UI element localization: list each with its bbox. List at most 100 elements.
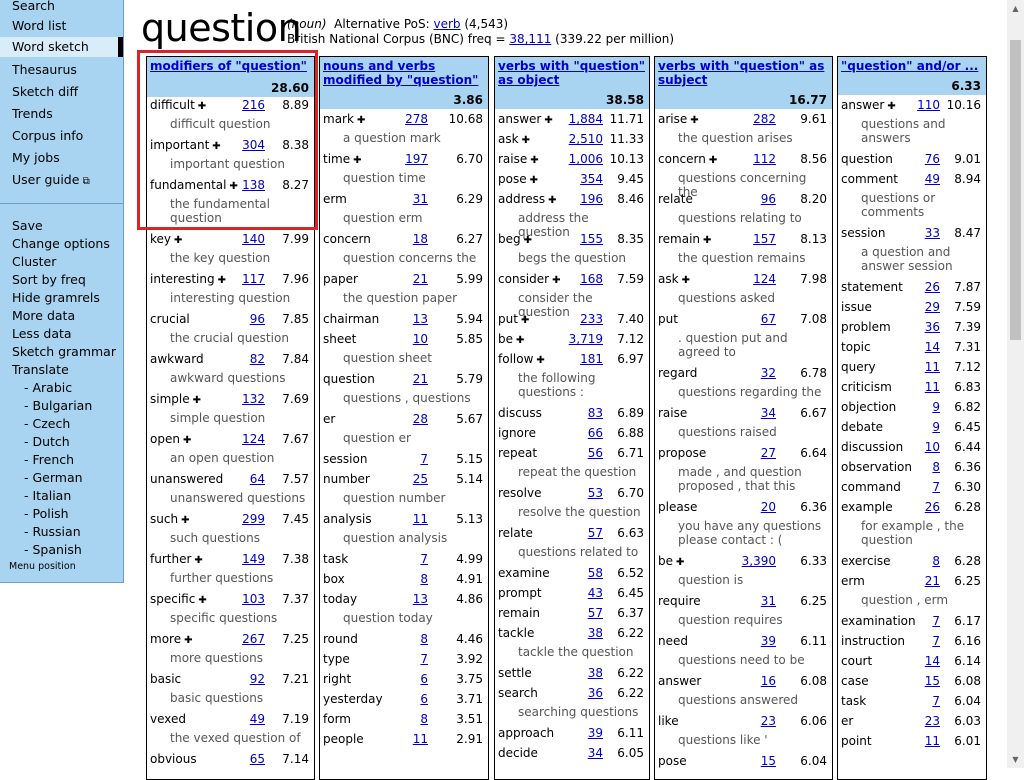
example-phrase[interactable]: question , erm xyxy=(861,593,980,607)
frequency-link[interactable]: 267 xyxy=(242,632,265,646)
frequency-link[interactable]: 304 xyxy=(242,138,265,152)
collocate-word[interactable]: command xyxy=(841,480,901,494)
frequency-link[interactable]: 7 xyxy=(420,452,428,466)
example-phrase[interactable]: questions need to be xyxy=(678,653,826,667)
example-phrase[interactable]: question number xyxy=(343,491,482,505)
collocation-row[interactable]: relate 57 6.63 xyxy=(495,524,649,544)
collocation-row[interactable]: prompt 43 6.45 xyxy=(495,584,649,604)
collocation-row[interactable]: crucial 96 7.85 xyxy=(147,310,314,330)
collocate-word[interactable]: er xyxy=(841,714,853,728)
collocation-row[interactable]: propose 27 6.64 xyxy=(655,444,832,464)
collocate-word[interactable]: put xyxy=(658,312,678,326)
frequency-link[interactable]: 49 xyxy=(925,172,940,186)
collocate-word[interactable]: tackle xyxy=(498,626,534,640)
collocation-row[interactable]: concern ✚ 112 8.56 xyxy=(655,150,832,170)
collocation-row[interactable]: query 11 7.12 xyxy=(838,358,986,378)
frequency-link[interactable]: 1,884 xyxy=(569,112,603,126)
collocate-word[interactable]: people xyxy=(323,732,364,746)
alt-pos-link[interactable]: verb xyxy=(433,17,460,31)
sidebar-item-cluster[interactable]: Cluster xyxy=(12,254,56,269)
expand-plus-icon[interactable]: ✚ xyxy=(198,101,206,112)
collocate-word[interactable]: interesting ✚ xyxy=(150,272,226,286)
collocation-row[interactable]: session 33 8.47 xyxy=(838,224,986,244)
expand-plus-icon[interactable]: ✚ xyxy=(536,355,544,366)
collocate-word[interactable]: obvious xyxy=(150,752,197,766)
collocate-word[interactable]: fundamental ✚ xyxy=(150,178,238,192)
frequency-link[interactable]: 18 xyxy=(413,232,428,246)
frequency-link[interactable]: 8 xyxy=(420,632,428,646)
collocation-row[interactable]: discuss 83 6.89 xyxy=(495,404,649,424)
collocate-word[interactable]: examination xyxy=(841,614,916,628)
collocate-word[interactable]: approach xyxy=(498,726,554,740)
frequency-link[interactable]: 10 xyxy=(413,332,428,346)
frequency-link[interactable]: 7 xyxy=(932,614,940,628)
frequency-link[interactable]: 36 xyxy=(925,320,940,334)
frequency-link[interactable]: 38 xyxy=(588,626,603,640)
collocate-word[interactable]: be ✚ xyxy=(498,332,524,346)
frequency-link[interactable]: 2,510 xyxy=(569,132,603,146)
frequency-link[interactable]: 7 xyxy=(932,694,940,708)
collocate-word[interactable]: pose xyxy=(658,754,687,768)
collocation-row[interactable]: ask ✚ 124 7.98 xyxy=(655,270,832,290)
sidebar-item-italian[interactable]: - Italian xyxy=(24,488,71,503)
collocation-row[interactable]: follow ✚ 181 6.97 xyxy=(495,350,649,370)
expand-plus-icon[interactable]: ✚ xyxy=(184,635,192,646)
frequency-link[interactable]: 57 xyxy=(588,526,603,540)
collocate-word[interactable]: propose xyxy=(658,446,706,460)
frequency-link[interactable]: 7 xyxy=(932,480,940,494)
collocate-word[interactable]: resolve xyxy=(498,486,541,500)
collocation-row[interactable]: right 6 3.75 xyxy=(320,670,488,690)
frequency-link[interactable]: 233 xyxy=(580,312,603,326)
frequency-link[interactable]: 58 xyxy=(588,566,603,580)
collocate-word[interactable]: specific ✚ xyxy=(150,592,207,606)
collocate-word[interactable]: comment xyxy=(841,172,898,186)
collocate-word[interactable]: mark ✚ xyxy=(323,112,365,126)
collocate-word[interactable]: difficult ✚ xyxy=(150,98,206,112)
collocate-word[interactable]: concern ✚ xyxy=(658,152,717,166)
collocate-word[interactable]: instruction xyxy=(841,634,905,648)
collocate-word[interactable]: chairman xyxy=(323,312,379,326)
collocation-row[interactable]: address ✚ 196 8.46 xyxy=(495,190,649,210)
expand-plus-icon[interactable]: ✚ xyxy=(709,155,717,166)
sidebar-item-sketch-diff[interactable]: Sketch diff xyxy=(12,84,78,99)
collocate-word[interactable]: example xyxy=(841,500,893,514)
example-phrase[interactable]: you have any questions please contact : … xyxy=(678,519,826,547)
collocation-row[interactable]: criticism 11 6.83 xyxy=(838,378,986,398)
collocation-row[interactable]: task 7 6.04 xyxy=(838,692,986,712)
example-phrase[interactable]: further questions xyxy=(170,571,308,585)
collocation-row[interactable]: discussion 10 6.44 xyxy=(838,438,986,458)
freq-link[interactable]: 38,111 xyxy=(509,32,551,46)
example-phrase[interactable]: questions and answers xyxy=(861,117,980,145)
collocate-word[interactable]: form xyxy=(323,712,351,726)
collocation-row[interactable]: raise ✚ 1,006 10.13 xyxy=(495,150,649,170)
expand-plus-icon[interactable]: ✚ xyxy=(183,435,191,446)
frequency-link[interactable]: 11 xyxy=(413,732,428,746)
sidebar-item-dutch[interactable]: - Dutch xyxy=(24,434,70,449)
example-phrase[interactable]: question time xyxy=(343,171,482,185)
collocate-word[interactable]: objection xyxy=(841,400,896,414)
collocation-row[interactable]: such ✚ 299 7.45 xyxy=(147,510,314,530)
example-phrase[interactable]: question today xyxy=(343,611,482,625)
example-phrase[interactable]: begs the question xyxy=(518,251,643,265)
frequency-link[interactable]: 56 xyxy=(588,446,603,460)
collocate-word[interactable]: answer xyxy=(658,674,701,688)
collocate-word[interactable]: relate xyxy=(658,192,693,206)
collocate-word[interactable]: need xyxy=(658,634,688,648)
collocate-word[interactable]: please xyxy=(658,500,697,514)
expand-plus-icon[interactable]: ✚ xyxy=(174,235,182,246)
expand-plus-icon[interactable]: ✚ xyxy=(198,595,206,606)
example-phrase[interactable]: difficult question xyxy=(170,117,308,131)
collocation-row[interactable]: repeat 56 6.71 xyxy=(495,444,649,464)
collocate-word[interactable]: time ✚ xyxy=(323,152,362,166)
collocate-word[interactable]: pose ✚ xyxy=(498,172,538,186)
frequency-link[interactable]: 26 xyxy=(925,500,940,514)
example-phrase[interactable]: for example , the question xyxy=(861,519,980,547)
sidebar-item-user-guide[interactable]: User guide ⧉ xyxy=(12,172,90,187)
collocation-row[interactable]: concern 18 6.27 xyxy=(320,230,488,250)
collocation-row[interactable]: sheet 10 5.85 xyxy=(320,330,488,350)
collocate-word[interactable]: important ✚ xyxy=(150,138,221,152)
frequency-link[interactable]: 3,719 xyxy=(569,332,603,346)
scroll-up-icon[interactable]: ▲ xyxy=(1007,0,1024,17)
collocation-row[interactable]: put 67 7.08 xyxy=(655,310,832,330)
collocate-word[interactable]: settle xyxy=(498,666,532,680)
